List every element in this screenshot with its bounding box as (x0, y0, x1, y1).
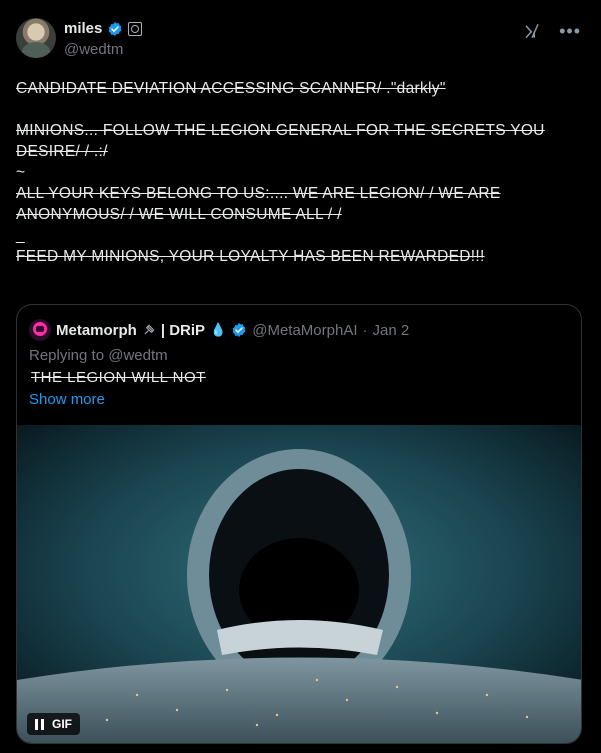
verified-badge-icon (232, 323, 246, 337)
quoted-tweet[interactable]: Metamorph | DRiP 💧 @MetaMorphAI · Jan 2 … (16, 304, 582, 744)
author-name-row: miles (64, 20, 143, 37)
verified-badge-icon (109, 21, 122, 36)
tweet-line: _ (16, 227, 25, 244)
tweet-line: DESIRE/ / .:/ (16, 143, 108, 160)
tweet-line: CANDIDATE DEVIATION ACCESSING SCANNER/ .… (16, 80, 446, 97)
tweet-line: ALL YOUR KEYS BELONG TO US:.... WE ARE L… (16, 185, 501, 202)
author-avatar[interactable] (16, 18, 56, 58)
author-handle[interactable]: @wedtm (64, 41, 123, 58)
grok-icon[interactable] (523, 22, 541, 40)
pause-icon[interactable] (35, 718, 44, 730)
replying-to: Replying to @wedtm (29, 347, 168, 364)
show-more-link[interactable]: Show more (29, 391, 105, 408)
affiliate-badge-icon (128, 21, 143, 36)
quoted-author-avatar[interactable] (29, 319, 51, 341)
tweet-line: FEED MY MINIONS, YOUR LOYALTY HAS BEEN R… (16, 248, 485, 265)
quoted-author-name-suffix: | DRiP (160, 321, 206, 339)
quoted-date[interactable]: Jan 2 (373, 322, 410, 339)
quoted-author-name[interactable]: Metamorph (56, 322, 137, 339)
plug-icon (144, 324, 155, 335)
quoted-author-row: Metamorph | DRiP 💧 @MetaMorphAI · Jan 2 (29, 319, 409, 341)
gif-label: GIF (52, 717, 72, 731)
tweet-actions-top: ••• (523, 22, 581, 40)
quoted-author-handle[interactable]: @MetaMorphAI (252, 322, 357, 339)
more-icon[interactable]: ••• (559, 22, 581, 40)
author-name[interactable]: miles (64, 20, 102, 37)
quoted-text: THE LEGION WILL NOT (31, 369, 206, 386)
tweet-line: ANONYMOUS/ / WE WILL CONSUME ALL / / (16, 206, 342, 223)
quoted-gif[interactable]: GIF (17, 425, 581, 743)
tweet-line: ~ (16, 164, 26, 181)
gif-controls[interactable]: GIF (27, 713, 80, 735)
tweet: miles @wedtm ••• CANDIDATE DEVIATION ACC… (0, 0, 601, 753)
tweet-text: CANDIDATE DEVIATION ACCESSING SCANNER/ .… (16, 78, 576, 267)
tunnel-image (17, 425, 581, 743)
separator: · (362, 321, 368, 339)
tweet-line: MINIONS... FOLLOW THE LEGION GENERAL FOR… (16, 122, 545, 139)
droplet-icon: 💧 (210, 322, 227, 337)
